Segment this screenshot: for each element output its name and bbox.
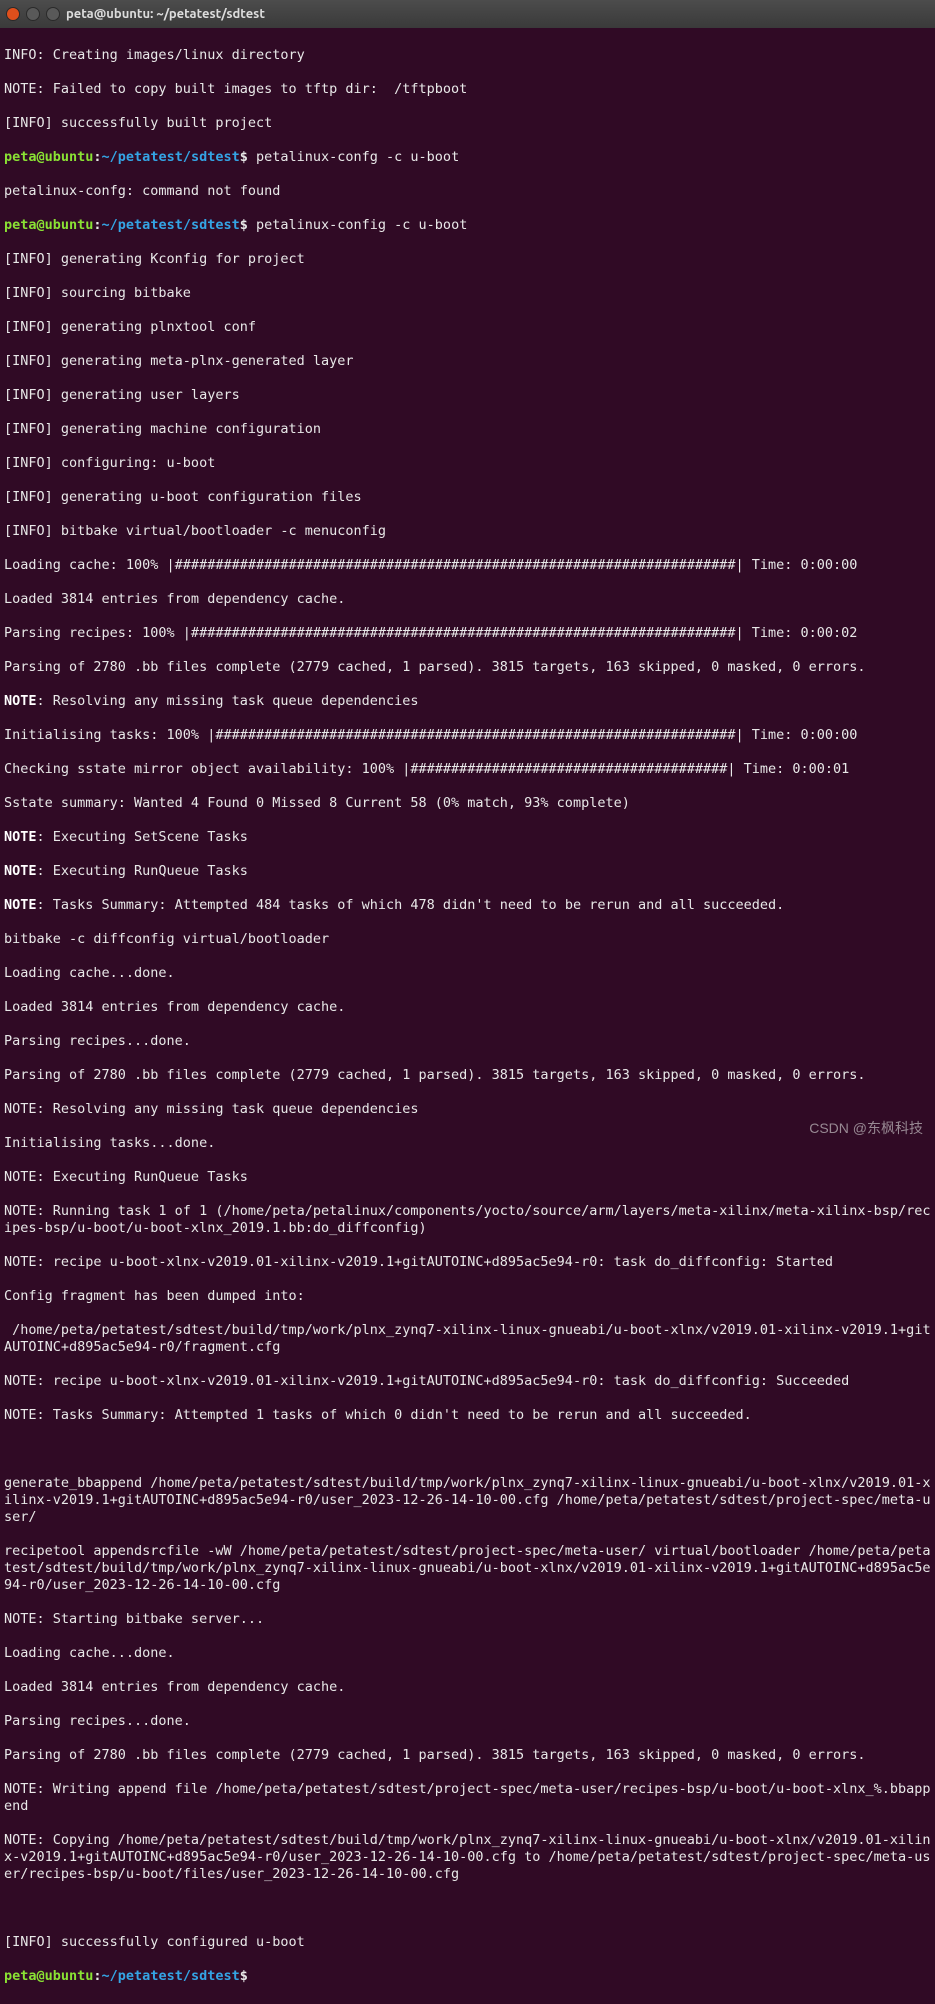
output-line: Loading cache: 100% |###################… (4, 557, 931, 574)
output-line: [INFO] successfully configured u-boot (4, 1934, 931, 1951)
prompt-user: peta@ubuntu (4, 1968, 93, 1984)
output-line: Sstate summary: Wanted 4 Found 0 Missed … (4, 795, 931, 812)
command-input: petalinux-config -c u-boot (256, 217, 467, 233)
output-line: Config fragment has been dumped into: (4, 1288, 931, 1305)
output-line: [INFO] configuring: u-boot (4, 455, 931, 472)
output-line: NOTE: Tasks Summary: Attempted 484 tasks… (4, 897, 931, 914)
output-line: Loaded 3814 entries from dependency cach… (4, 999, 931, 1016)
output-line: [INFO] generating meta-plnx-generated la… (4, 353, 931, 370)
output-line: petalinux-confg: command not found (4, 183, 931, 200)
output-line: NOTE: Executing SetScene Tasks (4, 829, 931, 846)
terminal-output[interactable]: INFO: Creating images/linux directory NO… (0, 28, 935, 2004)
output-line: Initialising tasks...done. (4, 1135, 931, 1152)
prompt-user: peta@ubuntu (4, 149, 93, 165)
output-line: NOTE: Executing RunQueue Tasks (4, 1169, 931, 1186)
prompt-user: peta@ubuntu (4, 217, 93, 233)
output-line: Parsing recipes: 100% |#################… (4, 625, 931, 642)
maximize-icon[interactable] (46, 7, 60, 21)
output-line: Loaded 3814 entries from dependency cach… (4, 1679, 931, 1696)
output-line: [INFO] sourcing bitbake (4, 285, 931, 302)
output-line: NOTE: Executing RunQueue Tasks (4, 863, 931, 880)
output-line (4, 1900, 931, 1917)
output-line (4, 1441, 931, 1458)
output-line: Parsing of 2780 .bb files complete (2779… (4, 1067, 931, 1084)
window-title: peta@ubuntu: ~/petatest/sdtest (66, 6, 265, 23)
output-line: [INFO] generating plnxtool conf (4, 319, 931, 336)
output-line: [INFO] generating u-boot configuration f… (4, 489, 931, 506)
output-line: /home/peta/petatest/sdtest/build/tmp/wor… (4, 1322, 931, 1356)
output-line: NOTE: recipe u-boot-xlnx-v2019.01-xilinx… (4, 1373, 931, 1390)
output-line: INFO: Creating images/linux directory (4, 47, 931, 64)
output-line: Parsing of 2780 .bb files complete (2779… (4, 1747, 931, 1764)
output-line: NOTE: Running task 1 of 1 (/home/peta/pe… (4, 1203, 931, 1237)
output-line: Checking sstate mirror object availabili… (4, 761, 931, 778)
output-line: NOTE: Copying /home/peta/petatest/sdtest… (4, 1832, 931, 1883)
output-line: bitbake -c diffconfig virtual/bootloader (4, 931, 931, 948)
output-line: generate_bbappend /home/peta/petatest/sd… (4, 1475, 931, 1526)
close-icon[interactable] (6, 7, 20, 21)
output-line: [INFO] successfully built project (4, 115, 931, 132)
output-line: NOTE: Starting bitbake server... (4, 1611, 931, 1628)
output-line: [INFO] generating user layers (4, 387, 931, 404)
prompt-path: ~/petatest/sdtest (102, 1968, 240, 1984)
output-line: NOTE: Resolving any missing task queue d… (4, 1101, 931, 1118)
output-line: NOTE: recipe u-boot-xlnx-v2019.01-xilinx… (4, 1254, 931, 1271)
output-line: [INFO] bitbake virtual/bootloader -c men… (4, 523, 931, 540)
output-line: NOTE: Tasks Summary: Attempted 1 tasks o… (4, 1407, 931, 1424)
prompt-path: ~/petatest/sdtest (102, 217, 240, 233)
output-line: NOTE: Failed to copy built images to tft… (4, 81, 931, 98)
output-line: [INFO] generating Kconfig for project (4, 251, 931, 268)
output-line: [INFO] generating machine configuration (4, 421, 931, 438)
output-line: NOTE: Writing append file /home/peta/pet… (4, 1781, 931, 1815)
output-line: Loaded 3814 entries from dependency cach… (4, 591, 931, 608)
output-line: Loading cache...done. (4, 1645, 931, 1662)
output-line: Loading cache...done. (4, 965, 931, 982)
prompt-line: peta@ubuntu:~/petatest/sdtest$ petalinux… (4, 217, 931, 234)
output-line: Parsing recipes...done. (4, 1033, 931, 1050)
output-line: Parsing of 2780 .bb files complete (2779… (4, 659, 931, 676)
command-input: petalinux-confg -c u-boot (256, 149, 459, 165)
minimize-icon[interactable] (26, 7, 40, 21)
prompt-path: ~/petatest/sdtest (102, 149, 240, 165)
output-line: Initialising tasks: 100% |##############… (4, 727, 931, 744)
output-line: Parsing recipes...done. (4, 1713, 931, 1730)
output-line: recipetool appendsrcfile -wW /home/peta/… (4, 1543, 931, 1594)
window-titlebar[interactable]: peta@ubuntu: ~/petatest/sdtest (0, 0, 935, 28)
prompt-line: peta@ubuntu:~/petatest/sdtest$ petalinux… (4, 149, 931, 166)
output-line: NOTE: Resolving any missing task queue d… (4, 693, 931, 710)
prompt-line[interactable]: peta@ubuntu:~/petatest/sdtest$ (4, 1968, 931, 1985)
